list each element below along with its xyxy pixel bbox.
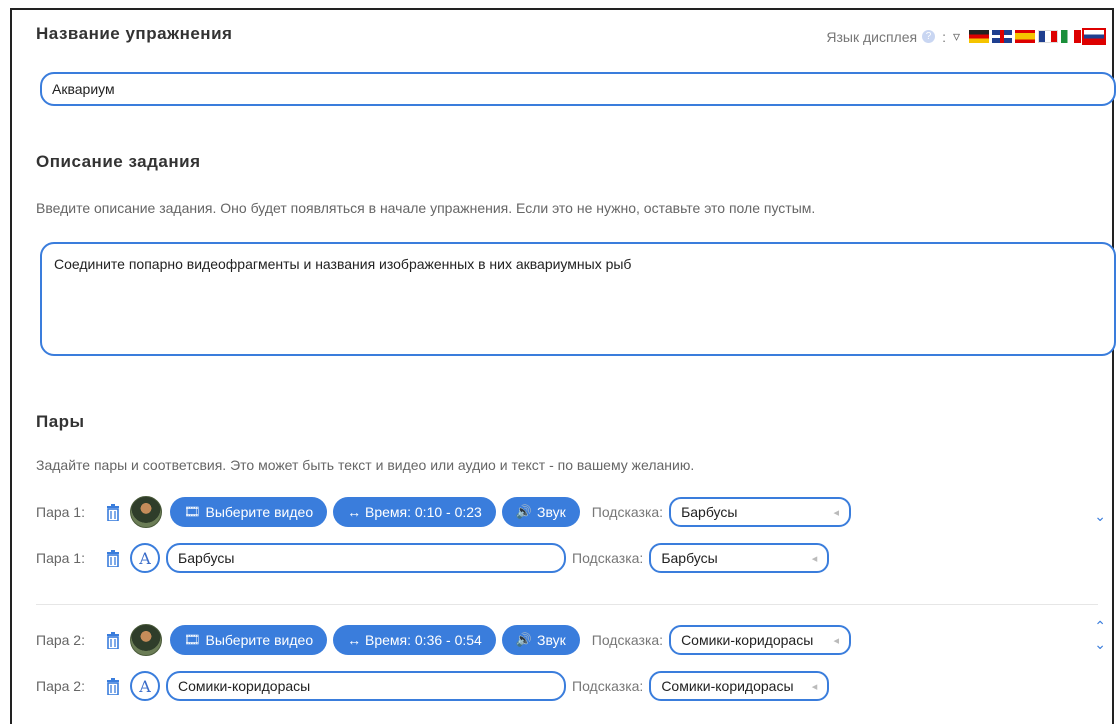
- description-textarea[interactable]: Соедините попарно видеофрагменты и назва…: [40, 242, 1116, 356]
- film-icon: 🎞: [184, 504, 201, 519]
- pairs-heading: Пары: [36, 412, 85, 431]
- video-thumbnail[interactable]: [130, 624, 162, 656]
- pair-divider: [36, 604, 1098, 605]
- chevron-down-icon[interactable]: ⌄: [1094, 636, 1106, 653]
- language-dropdown-icon[interactable]: ▿: [953, 28, 960, 45]
- flag-de-icon[interactable]: [969, 30, 989, 43]
- pair-row-video: Пара 2: 🎞 Выберите видео ↔ Время: 0:36 - …: [36, 624, 852, 656]
- trash-icon[interactable]: [104, 502, 122, 522]
- video-thumbnail[interactable]: [130, 496, 162, 528]
- display-language: Язык дисплея ? : ▿: [826, 28, 1106, 45]
- pairs-hint: Задайте пары и соответсвия. Это может бы…: [36, 457, 695, 473]
- sound-label: Звук: [537, 504, 566, 520]
- hint-value: Сомики-коридорасы: [681, 632, 814, 648]
- pair-text-value: Барбусы: [178, 550, 235, 566]
- speaker-icon: 🔊: [515, 504, 533, 519]
- select-video-button[interactable]: 🎞 Выберите видео: [170, 497, 328, 527]
- description-heading: Описание задания: [36, 152, 201, 171]
- hint-input[interactable]: Сомики-коридорасы ◂: [669, 625, 852, 655]
- pair-label: Пара 2:: [36, 678, 85, 694]
- editor-frame: [10, 8, 1114, 724]
- pair-row-video: Пара 1: 🎞 Выберите видео ↔ Время: 0:10 - …: [36, 496, 852, 528]
- select-video-label: Выберите видео: [205, 632, 314, 648]
- chevron-up-icon[interactable]: ⌃: [1094, 618, 1106, 635]
- description-value: Соедините попарно видеофрагменты и назва…: [54, 256, 632, 272]
- pair-label: Пара 1:: [36, 504, 85, 520]
- hint-input[interactable]: Сомики-коридорасы ◂: [649, 671, 830, 701]
- pair-label: Пара 2:: [36, 632, 85, 648]
- speaker-icon: 🔊: [515, 632, 533, 647]
- hint-label: Подсказка:: [591, 632, 664, 648]
- time-range-button[interactable]: ↔ Время: 0:10 - 0:23: [333, 497, 496, 527]
- pair-text-input[interactable]: Сомики-коридорасы: [166, 671, 566, 701]
- hint-value: Барбусы: [681, 504, 738, 520]
- exercise-title-heading: Название упражнения: [36, 24, 233, 43]
- description-hint: Введите описание задания. Оно будет появ…: [36, 200, 816, 216]
- flag-fr-icon[interactable]: [1038, 30, 1058, 43]
- pair-row-text: Пара 1: A Барбусы Подсказка: Барбусы ◂: [36, 542, 830, 574]
- hint-label: Подсказка:: [591, 504, 664, 520]
- sound-button[interactable]: 🔊 Звук: [501, 497, 580, 527]
- film-icon: 🎞: [184, 632, 201, 647]
- trash-icon[interactable]: [104, 676, 122, 696]
- language-separator: :: [942, 28, 946, 45]
- flag-es-icon[interactable]: [1015, 30, 1035, 43]
- flag-it-icon[interactable]: [1061, 30, 1081, 43]
- hint-label: Подсказка:: [572, 550, 644, 566]
- pair-text-input[interactable]: Барбусы: [166, 543, 566, 573]
- exercise-title-input[interactable]: Аквариум: [40, 72, 1116, 106]
- hint-input[interactable]: Барбусы ◂: [649, 543, 830, 573]
- flag-ru-icon[interactable]: [1082, 28, 1106, 45]
- hint-value: Сомики-коридорасы: [661, 678, 794, 694]
- select-video-label: Выберите видео: [205, 504, 314, 520]
- exercise-title-value: Аквариум: [52, 81, 115, 97]
- speaker-icon[interactable]: ◂: [812, 552, 818, 565]
- pair-text-value: Сомики-коридорасы: [178, 678, 311, 694]
- sound-button[interactable]: 🔊 Звук: [501, 625, 580, 655]
- hint-value: Барбусы: [661, 550, 718, 566]
- chevron-down-icon[interactable]: ⌄: [1094, 508, 1106, 525]
- hint-input[interactable]: Барбусы ◂: [669, 497, 852, 527]
- time-range-label: ↔ Время: 0:36 - 0:54: [347, 632, 482, 648]
- help-icon[interactable]: ?: [922, 30, 936, 43]
- hint-label: Подсказка:: [572, 678, 644, 694]
- sound-label: Звук: [537, 632, 566, 648]
- speaker-icon[interactable]: ◂: [834, 506, 840, 519]
- text-type-icon[interactable]: A: [130, 543, 160, 573]
- pair-label: Пара 1:: [36, 550, 85, 566]
- time-range-button[interactable]: ↔ Время: 0:36 - 0:54: [333, 625, 496, 655]
- trash-icon[interactable]: [104, 630, 122, 650]
- pair-row-text: Пара 2: A Сомики-коридорасы Подсказка: С…: [36, 670, 830, 702]
- display-language-label: Язык дисплея: [826, 28, 918, 45]
- text-type-icon[interactable]: A: [130, 671, 160, 701]
- trash-icon[interactable]: [104, 548, 122, 568]
- flag-gb-icon[interactable]: [992, 30, 1012, 43]
- speaker-icon[interactable]: ◂: [812, 680, 818, 693]
- select-video-button[interactable]: 🎞 Выберите видео: [170, 625, 328, 655]
- speaker-icon[interactable]: ◂: [834, 634, 840, 647]
- time-range-label: ↔ Время: 0:10 - 0:23: [347, 504, 482, 520]
